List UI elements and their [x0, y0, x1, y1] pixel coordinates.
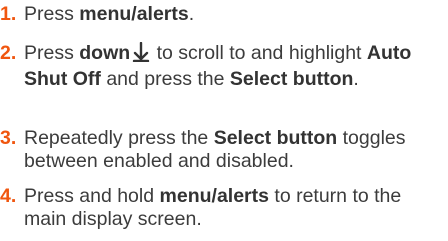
step-text: Repeatedly press the Select button toggl…: [24, 127, 448, 173]
step-number: 1.: [0, 3, 17, 25]
step-3: 3. Repeatedly press the Select button to…: [0, 127, 448, 173]
step-text-part: and press the: [100, 68, 230, 90]
instruction-steps: 1. Press menu/alerts. 2. Press down to s…: [0, 0, 448, 241]
menu-alerts-label: menu/alerts: [79, 3, 189, 25]
step-text-part: to scroll to and highlight: [151, 42, 367, 64]
step-text-part: Press and hold: [24, 185, 160, 207]
step-text: Press down to scroll to and highlight Au…: [24, 41, 448, 91]
step-text-part: Press: [24, 42, 80, 64]
step-number: 4.: [0, 185, 17, 207]
step-text-part: .: [188, 3, 195, 25]
menu-alerts-label: menu/alerts: [159, 185, 269, 207]
step-text-part: Repeatedly press the: [24, 127, 214, 149]
step-2: 2. Press down to scroll to and highlight…: [0, 41, 448, 91]
select-button-label: Select button: [213, 127, 338, 149]
step-text-part: .: [353, 68, 359, 90]
step-number: 3.: [0, 127, 17, 149]
step-text: Press menu/alerts.: [24, 3, 448, 26]
step-4: 4. Press and hold menu/alerts to return …: [0, 185, 448, 231]
step-number: 2.: [0, 42, 17, 64]
select-button-label: Select button: [229, 68, 354, 90]
down-label: down: [79, 42, 131, 64]
step-text-part: Press: [24, 3, 80, 25]
down-arrow-icon: [132, 41, 150, 68]
step-1: 1. Press menu/alerts.: [0, 3, 448, 26]
step-text: Press and hold menu/alerts to return to …: [24, 185, 448, 231]
